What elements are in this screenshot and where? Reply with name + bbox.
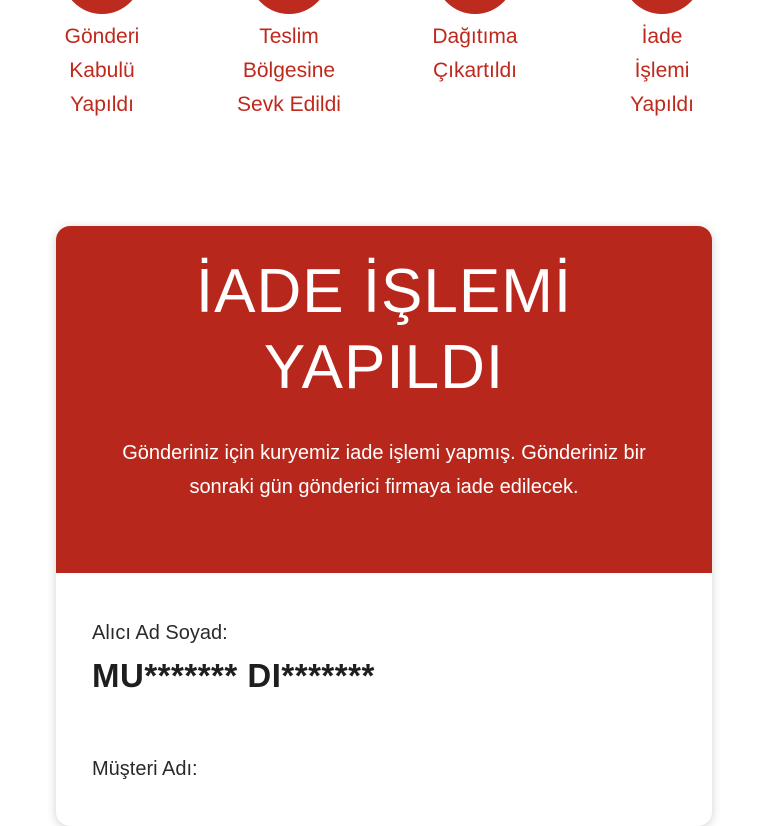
recipient-name: MU******* DI******* xyxy=(92,657,375,694)
recipient-label: Alıcı Ad Soyad: xyxy=(92,622,228,644)
status-card: İADE İŞLEMİ YAPILDI Gönderiniz için kury… xyxy=(56,226,712,826)
step-shipped-label: Teslim Bölgesine Sevk Edildi xyxy=(237,25,341,116)
customer-block: Müşteri Adı: xyxy=(92,758,198,781)
step-out-for-delivery-indicator xyxy=(435,0,515,14)
customer-label: Müşteri Adı: xyxy=(92,758,198,780)
recipient-block: Alıcı Ad Soyad: MU******* DI******* xyxy=(92,622,375,695)
step-accepted-indicator xyxy=(62,0,142,14)
status-description: Gönderiniz için kuryemiz iade işlemi yap… xyxy=(122,442,646,498)
step-shipped-indicator xyxy=(249,0,329,14)
step-returned-indicator xyxy=(622,0,702,14)
status-card-header: İADE İŞLEMİ YAPILDI Gönderiniz için kury… xyxy=(56,226,712,573)
step-returned-label: İade İşlemi Yapıldı xyxy=(630,25,694,116)
status-title: İADE İŞLEMİ YAPILDI xyxy=(195,257,573,402)
status-steps: Gönderi Kabulü Yapıldı Teslim Bölgesine … xyxy=(0,0,768,140)
step-accepted-label: Gönderi Kabulü Yapıldı xyxy=(64,25,140,116)
step-out-for-delivery-label: Dağıtıma Çıkartıldı xyxy=(432,25,518,82)
